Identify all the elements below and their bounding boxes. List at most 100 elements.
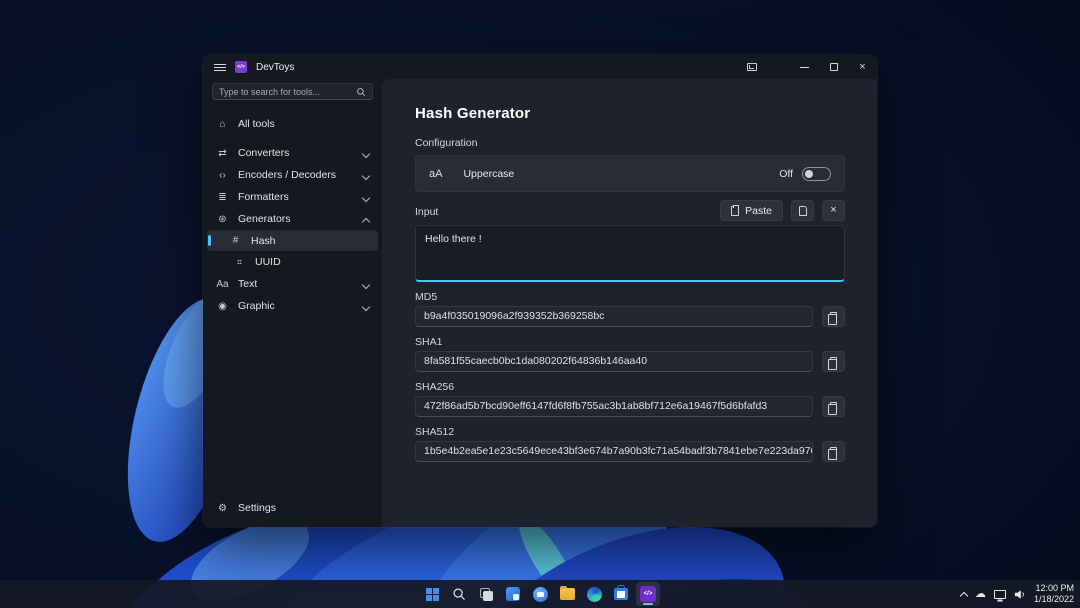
maximize-icon	[830, 63, 838, 71]
paste-button[interactable]: Paste	[720, 200, 783, 221]
sidebar-item-graphic[interactable]: ◉ Graphic	[203, 295, 382, 317]
sha512-label: SHA512	[415, 426, 845, 438]
chat-button[interactable]	[528, 582, 552, 606]
clear-input-button[interactable]: ×	[822, 200, 845, 221]
sidebar-item-formatters[interactable]: ≣ Formatters	[203, 186, 382, 208]
sidebar: ⌂ All tools ⇄ Converters ‹› Encoders / D…	[203, 79, 382, 527]
devtoys-window: </> DevToys × ⌂ All tools ⇄ Converters	[203, 55, 877, 527]
widgets-icon	[506, 587, 520, 601]
search-icon[interactable]	[356, 87, 366, 97]
folder-icon	[560, 588, 575, 600]
sha1-value-field[interactable]: 8fa581f55caecb0bc1da080202f64836b146aa40	[415, 351, 813, 372]
uuid-icon: ⌗	[233, 257, 246, 268]
sha512-value-field[interactable]: 1b5e4b2ea5e1e23c5649ece43bf3e674b7a90b3f…	[415, 441, 813, 462]
sha256-value-field[interactable]: 472f86ad5b7bcd90eff6147fd6f8fb755ac3b1ab…	[415, 396, 813, 417]
chevron-down-icon	[363, 303, 370, 310]
taskbar-clock[interactable]: 12:00 PM 1/18/2022	[1034, 583, 1074, 605]
window-title: DevToys	[256, 62, 294, 73]
devtoys-icon: </>	[640, 586, 656, 602]
input-label: Input	[415, 206, 438, 221]
sidebar-item-uuid[interactable]: ⌗ UUID	[203, 251, 382, 273]
file-explorer-button[interactable]	[555, 582, 579, 606]
converters-icon: ⇄	[216, 148, 229, 159]
text-tool-icon: Aa	[216, 279, 229, 290]
devtoys-taskbar-button[interactable]: </>	[636, 582, 660, 606]
chevron-up-icon[interactable]	[960, 591, 967, 598]
sidebar-item-hash[interactable]: # Hash	[207, 230, 378, 251]
minimize-icon	[800, 67, 809, 68]
encoders-decoders-icon: ‹›	[216, 170, 229, 181]
formatters-icon: ≣	[216, 192, 229, 203]
sha1-label: SHA1	[415, 336, 845, 348]
sidebar-item-settings[interactable]: ⚙ Settings	[203, 497, 382, 519]
titlebar[interactable]: </> DevToys ×	[203, 55, 877, 79]
widgets-button[interactable]	[501, 582, 525, 606]
store-button[interactable]	[609, 582, 633, 606]
md5-row: b9a4f035019096a2f939352b369258bc	[415, 306, 845, 327]
clock-time: 12:00 PM	[1034, 583, 1074, 594]
md5-label: MD5	[415, 291, 845, 303]
copy-icon	[830, 312, 837, 321]
paste-icon	[731, 206, 739, 216]
sha512-row: 1b5e4b2ea5e1e23c5649ece43bf3e674b7a90b3f…	[415, 441, 845, 462]
md5-value-field[interactable]: b9a4f035019096a2f939352b369258bc	[415, 306, 813, 327]
windows-logo-icon	[426, 588, 439, 601]
hash-icon: #	[229, 235, 242, 246]
sidebar-item-converters[interactable]: ⇄ Converters	[203, 142, 382, 164]
sidebar-item-text[interactable]: Aa Text	[203, 273, 382, 295]
copy-icon	[830, 357, 837, 366]
open-file-button[interactable]	[791, 200, 814, 221]
page-title: Hash Generator	[415, 105, 845, 122]
sha256-copy-button[interactable]	[822, 396, 845, 417]
sha256-label: SHA256	[415, 381, 845, 393]
uppercase-aA-icon: aA	[429, 168, 442, 180]
sha512-copy-button[interactable]	[822, 441, 845, 462]
sha256-row: 472f86ad5b7bcd90eff6147fd6f8fb755ac3b1ab…	[415, 396, 845, 417]
devtoys-logo-icon: </>	[235, 61, 247, 73]
sha1-copy-button[interactable]	[822, 351, 845, 372]
compact-overlay-button[interactable]	[737, 55, 766, 79]
chat-icon	[533, 587, 548, 602]
minimize-button[interactable]	[790, 55, 819, 79]
chevron-up-icon	[363, 216, 370, 223]
generators-icon: ⊛	[216, 214, 229, 225]
copy-icon	[830, 402, 837, 411]
chevron-down-icon	[363, 172, 370, 179]
taskbar-search-button[interactable]	[447, 582, 471, 606]
uppercase-toggle[interactable]	[802, 167, 831, 181]
search-input[interactable]	[219, 87, 356, 97]
network-icon[interactable]	[994, 590, 1006, 599]
graphic-tool-icon: ◉	[216, 301, 229, 312]
start-button[interactable]	[420, 582, 444, 606]
sha1-row: 8fa581f55caecb0bc1da080202f64836b146aa40	[415, 351, 845, 372]
search-box[interactable]	[212, 83, 373, 100]
hamburger-menu-icon[interactable]	[214, 64, 226, 71]
taskbar: </> ☁ 12:00 PM 1/18/2022	[0, 580, 1080, 608]
file-icon	[799, 206, 807, 216]
copy-icon	[830, 447, 837, 456]
system-tray: ☁ 12:00 PM 1/18/2022	[960, 580, 1074, 608]
input-textarea[interactable]: Hello there !	[415, 225, 845, 282]
configuration-label: Configuration	[415, 137, 845, 149]
gear-icon: ⚙	[216, 503, 229, 514]
md5-copy-button[interactable]	[822, 306, 845, 327]
maximize-button[interactable]	[819, 55, 848, 79]
toggle-knob	[805, 170, 813, 178]
toggle-state-label: Off	[779, 168, 793, 180]
chevron-down-icon	[363, 194, 370, 201]
chevron-down-icon	[363, 281, 370, 288]
sidebar-item-encoders-decoders[interactable]: ‹› Encoders / Decoders	[203, 164, 382, 186]
uppercase-setting-card: aA Uppercase Off	[415, 155, 845, 192]
close-button[interactable]: ×	[848, 55, 877, 79]
speaker-icon[interactable]	[1014, 589, 1026, 600]
store-icon	[614, 588, 628, 600]
edge-button[interactable]	[582, 582, 606, 606]
onedrive-cloud-icon[interactable]: ☁	[975, 589, 986, 600]
close-icon: ×	[830, 205, 836, 216]
search-icon	[452, 587, 466, 601]
chevron-down-icon	[363, 150, 370, 157]
selection-accent-bar	[208, 235, 211, 246]
task-view-button[interactable]	[474, 582, 498, 606]
sidebar-item-generators[interactable]: ⊛ Generators	[203, 208, 382, 230]
sidebar-item-all-tools[interactable]: ⌂ All tools	[203, 113, 382, 135]
